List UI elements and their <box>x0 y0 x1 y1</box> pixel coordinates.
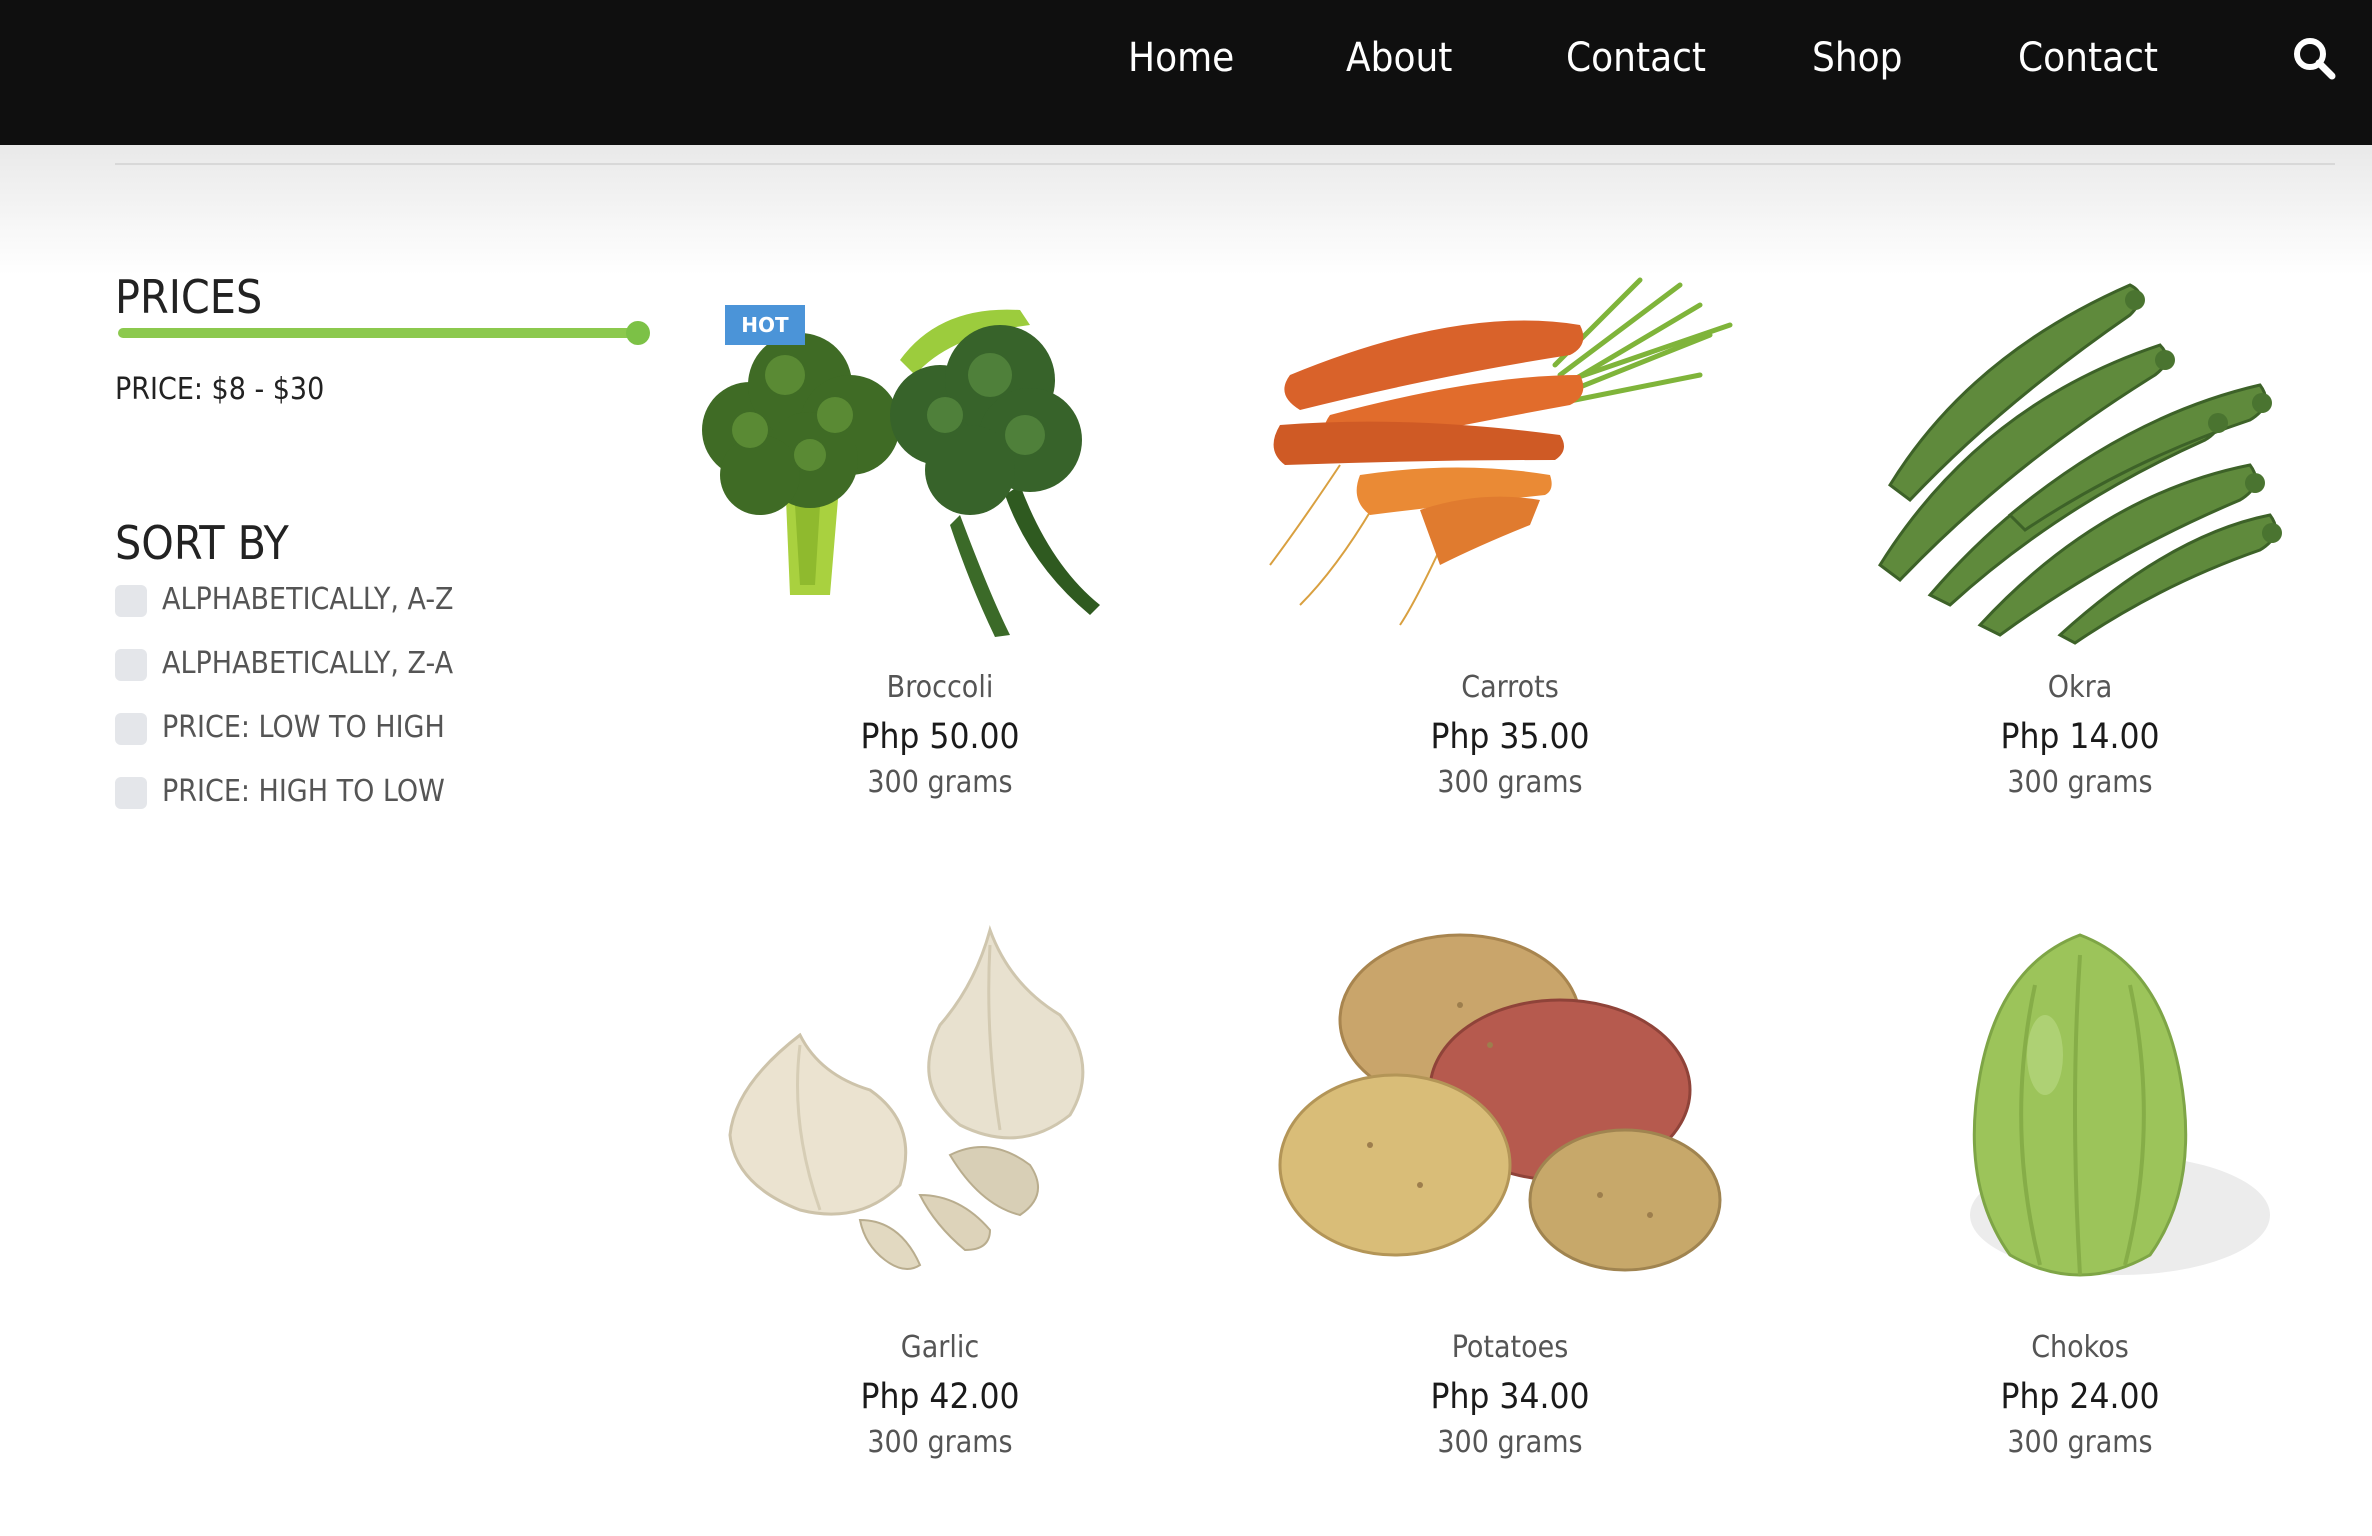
sort-option-label: ALPHABETICALLY, A-Z <box>162 582 454 617</box>
product-name[interactable]: Carrots <box>1260 670 1760 705</box>
sort-option-label: PRICE: LOW TO HIGH <box>162 710 445 745</box>
product-card-chokos[interactable]: Chokos Php 24.00 300 grams <box>1830 925 2330 1505</box>
product-image-chokos[interactable] <box>1830 925 2330 1305</box>
product-price: Php 34.00 <box>1430 1377 1590 1417</box>
header-divider <box>115 163 2335 165</box>
nav-contact-2[interactable]: Contact <box>2018 28 2158 88</box>
nav-home[interactable]: Home <box>1128 28 1234 88</box>
sort-checkbox[interactable] <box>115 649 147 681</box>
nav-about[interactable]: About <box>1346 28 1452 88</box>
product-price: Php 50.00 <box>860 717 1020 757</box>
product-image-garlic[interactable] <box>690 925 1190 1305</box>
product-weight: 300 grams <box>867 1425 1013 1460</box>
sort-heading: SORT BY <box>115 516 289 570</box>
product-name[interactable]: Potatoes <box>1260 1330 1760 1365</box>
product-weight: 300 grams <box>1437 765 1583 800</box>
product-name[interactable]: Okra <box>1830 670 2330 705</box>
product-weight: 300 grams <box>867 765 1013 800</box>
product-image-carrots[interactable] <box>1260 265 1760 645</box>
prices-heading: PRICES <box>115 270 263 324</box>
product-name[interactable]: Broccoli <box>690 670 1190 705</box>
product-name[interactable]: Chokos <box>1830 1330 2330 1365</box>
product-name[interactable]: Garlic <box>690 1330 1190 1365</box>
sort-option-label: ALPHABETICALLY, Z-A <box>162 646 454 681</box>
hot-badge: HOT <box>725 305 805 345</box>
price-slider-handle[interactable] <box>626 321 650 345</box>
sort-option-label: PRICE: HIGH TO LOW <box>162 774 445 809</box>
product-weight: 300 grams <box>2007 1425 2153 1460</box>
price-range-label: PRICE: $8 - $30 <box>115 372 325 407</box>
product-card-okra[interactable]: Okra Php 14.00 300 grams <box>1830 265 2330 845</box>
product-card-potatoes[interactable]: Potatoes Php 34.00 300 grams <box>1260 925 1760 1505</box>
nav-contact[interactable]: Contact <box>1566 28 1706 88</box>
product-image-okra[interactable] <box>1830 265 2330 645</box>
product-price: Php 42.00 <box>860 1377 1020 1417</box>
top-navbar: Home About Contact Shop Contact <box>0 0 2372 145</box>
product-card-carrots[interactable]: Carrots Php 35.00 300 grams <box>1260 265 1760 845</box>
sort-checkbox[interactable] <box>115 585 147 617</box>
product-card-garlic[interactable]: Garlic Php 42.00 300 grams <box>690 925 1190 1505</box>
product-card-broccoli[interactable]: Broccoli Php 50.00 300 grams <box>690 265 1190 845</box>
product-price: Php 14.00 <box>2000 717 2160 757</box>
product-price: Php 24.00 <box>2000 1377 2160 1417</box>
product-weight: 300 grams <box>1437 1425 1583 1460</box>
price-slider-track[interactable] <box>118 328 638 338</box>
product-weight: 300 grams <box>2007 765 2153 800</box>
sort-checkbox[interactable] <box>115 777 147 809</box>
product-price: Php 35.00 <box>1430 717 1590 757</box>
search-icon[interactable] <box>2290 34 2338 82</box>
product-image-potatoes[interactable] <box>1260 925 1760 1305</box>
nav-shop[interactable]: Shop <box>1812 28 1903 88</box>
sort-checkbox[interactable] <box>115 713 147 745</box>
